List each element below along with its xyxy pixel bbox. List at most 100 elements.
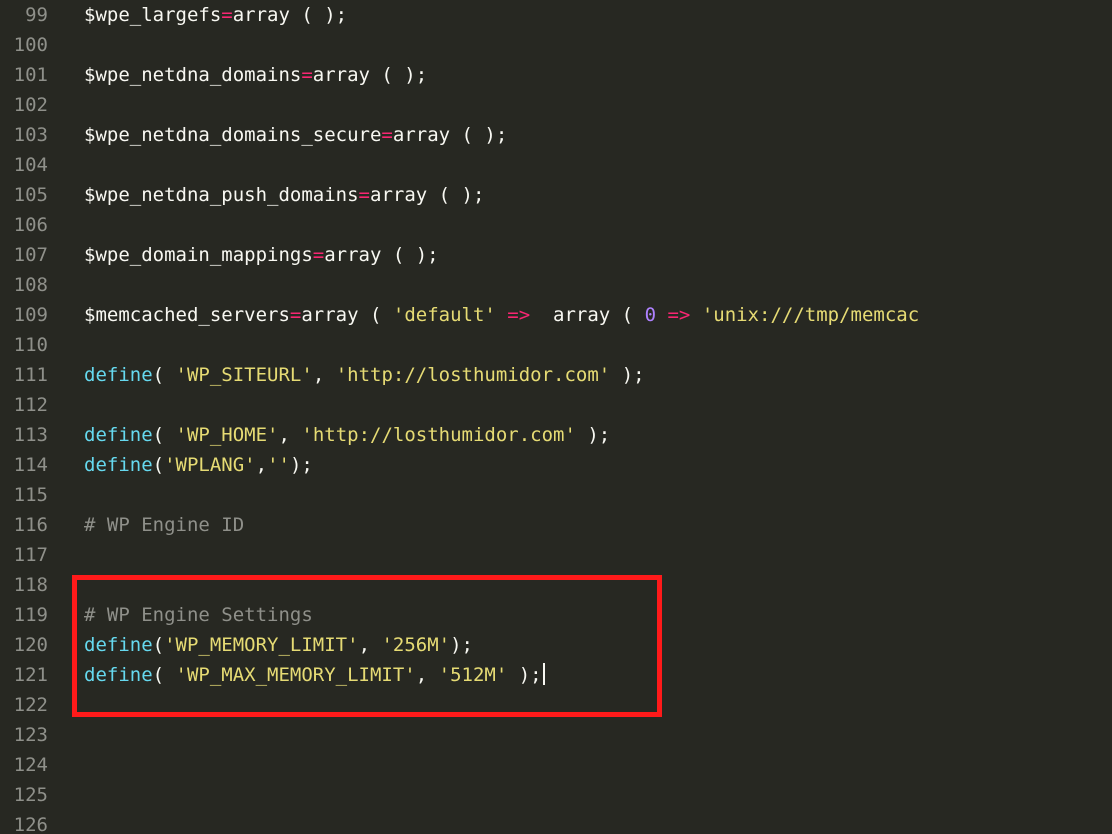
code-line[interactable]: define('WP_MEMORY_LIMIT', '256M'); [84,630,1112,660]
code-token: , [359,634,382,656]
code-line[interactable] [84,780,1112,810]
code-token: $memcached_servers [84,304,290,326]
code-token: define [84,634,153,656]
code-line[interactable] [84,90,1112,120]
code-line[interactable] [84,810,1112,834]
code-token: => [667,304,690,326]
code-line[interactable] [84,570,1112,600]
code-token: 'WP_MAX_MEMORY_LIMIT' [176,664,416,686]
code-token: , [278,424,301,446]
code-line[interactable]: define( 'WP_MAX_MEMORY_LIMIT', '512M' ); [84,660,1112,690]
code-token: array ( ); [370,184,484,206]
code-line[interactable]: define( 'WP_SITEURL', 'http://losthumido… [84,360,1112,390]
code-line[interactable]: $wpe_netdna_domains_secure=array ( ); [84,120,1112,150]
code-token: ( [153,664,176,686]
code-line[interactable] [84,150,1112,180]
code-line[interactable] [84,750,1112,780]
code-token: 'http://losthumidor.com' [336,364,611,386]
code-line[interactable] [84,270,1112,300]
code-line[interactable]: $wpe_largefs=array ( ); [84,0,1112,30]
line-number: 106 [0,210,66,240]
code-token: array ( [530,304,644,326]
code-line[interactable] [84,690,1112,720]
line-number: 114 [0,450,66,480]
code-token: ( [153,364,176,386]
line-number: 108 [0,270,66,300]
code-token: '256M' [381,634,450,656]
code-token: $wpe_domain_mappings [84,244,313,266]
code-line[interactable]: $wpe_netdna_domains=array ( ); [84,60,1112,90]
line-number: 102 [0,90,66,120]
line-number: 120 [0,630,66,660]
line-number: 113 [0,420,66,450]
code-token: ( [153,424,176,446]
code-area[interactable]: $wpe_largefs=array ( ); $wpe_netdna_domai… [66,0,1112,834]
code-token: array ( ); [233,4,347,26]
code-token: $wpe_netdna_push_domains [84,184,359,206]
code-token: ( [153,634,164,656]
code-token [690,304,701,326]
code-line[interactable]: $wpe_netdna_push_domains=array ( ); [84,180,1112,210]
code-token: ); [450,634,473,656]
code-token: define [84,424,153,446]
code-token: 'http://losthumidor.com' [301,424,576,446]
code-line[interactable] [84,720,1112,750]
code-token: array ( ); [313,64,427,86]
code-token: = [221,4,232,26]
code-line[interactable]: $memcached_servers=array ( 'default' => … [84,300,1112,330]
code-line[interactable]: $wpe_domain_mappings=array ( ); [84,240,1112,270]
text-cursor [543,663,545,685]
code-token: ); [576,424,610,446]
line-number: 112 [0,390,66,420]
code-token: 'WP_SITEURL' [176,364,313,386]
code-token [656,304,667,326]
line-number: 100 [0,30,66,60]
code-line[interactable] [84,30,1112,60]
code-editor[interactable]: 9910010110210310410510610710810911011111… [0,0,1112,834]
line-number: 122 [0,690,66,720]
line-number: 123 [0,720,66,750]
code-line[interactable] [84,390,1112,420]
code-line[interactable] [84,330,1112,360]
code-token: , [313,364,336,386]
code-line[interactable]: define( 'WP_HOME', 'http://losthumidor.c… [84,420,1112,450]
line-number: 124 [0,750,66,780]
code-token: array ( ); [324,244,438,266]
code-token: ); [507,664,541,686]
code-token: = [359,184,370,206]
line-number: 118 [0,570,66,600]
code-line[interactable] [84,540,1112,570]
code-token: => [507,304,530,326]
code-token: # WP Engine ID [84,514,244,536]
code-line[interactable] [84,210,1112,240]
code-line[interactable]: # WP Engine Settings [84,600,1112,630]
line-number: 117 [0,540,66,570]
line-number: 116 [0,510,66,540]
code-token: 'WP_MEMORY_LIMIT' [164,634,358,656]
line-number: 99 [0,0,66,30]
code-token: ); [610,364,644,386]
code-token [496,304,507,326]
code-line[interactable]: define('WPLANG',''); [84,450,1112,480]
line-number: 121 [0,660,66,690]
code-token: 'WPLANG' [164,454,256,476]
line-number-gutter: 9910010110210310410510610710810911011111… [0,0,66,834]
line-number: 111 [0,360,66,390]
code-line[interactable] [84,480,1112,510]
code-token: = [313,244,324,266]
code-token: 'default' [393,304,496,326]
line-number: 115 [0,480,66,510]
code-token: , [416,664,439,686]
line-number: 105 [0,180,66,210]
code-token: $wpe_netdna_domains_secure [84,124,381,146]
line-number: 103 [0,120,66,150]
code-token: array ( [301,304,393,326]
code-token: = [301,64,312,86]
code-token: '' [267,454,290,476]
code-token: = [290,304,301,326]
line-number: 126 [0,810,66,834]
code-line[interactable]: # WP Engine ID [84,510,1112,540]
code-token: ( [153,454,164,476]
line-number: 107 [0,240,66,270]
code-token: # WP Engine Settings [84,604,313,626]
